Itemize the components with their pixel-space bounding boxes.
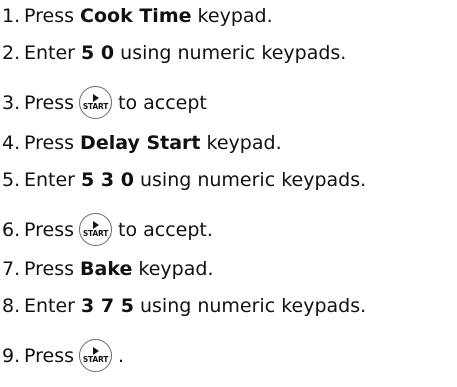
step-text: Enter (24, 169, 82, 191)
step-number: 8. (2, 295, 21, 317)
keypad-name: Delay Start (80, 132, 201, 154)
step-number: 4. (2, 132, 21, 154)
step-number: 3. (2, 91, 21, 114)
step-3: 3. Press START to accept (2, 86, 207, 119)
step-text: to accept (118, 91, 207, 114)
step-7: 7. Press Bake keypad. (2, 257, 213, 281)
step-number: 2. (2, 42, 21, 64)
play-icon (92, 221, 99, 229)
step-text: Press (24, 132, 81, 154)
step-text: Press (24, 258, 81, 280)
step-5: 5. Enter 5 3 0 using numeric keypads. (2, 168, 366, 192)
step-number: 9. (2, 344, 21, 367)
keypad-name: Bake (80, 258, 133, 280)
step-text: Press (24, 218, 75, 241)
step-text: using numeric keypads. (114, 42, 347, 64)
step-number: 5. (2, 169, 21, 191)
start-button-label: START (82, 102, 109, 111)
step-text: Press (24, 344, 75, 367)
keypad-digits: 5 3 0 (81, 169, 134, 191)
start-button-label: START (82, 229, 109, 238)
step-9: 9. Press START . (2, 339, 124, 372)
step-8: 8. Enter 3 7 5 using numeric keypads. (2, 294, 366, 318)
step-number: 7. (2, 258, 21, 280)
instruction-list: 1. Press Cook Time keypad. 2. Enter 5 0 … (0, 0, 457, 387)
keypad-name: Cook Time (80, 5, 192, 27)
step-text: using numeric keypads. (133, 169, 367, 191)
step-text: Press (24, 91, 75, 114)
start-button-icon: START (79, 86, 113, 119)
step-text: Press (24, 5, 81, 27)
start-button-label: START (82, 355, 109, 364)
play-icon (92, 347, 99, 355)
step-text: Enter (24, 295, 82, 317)
step-text: Enter (24, 42, 82, 64)
step-2: 2. Enter 5 0 using numeric keypads. (2, 41, 346, 65)
step-1: 1. Press Cook Time keypad. (2, 4, 273, 28)
step-text: to accept. (118, 218, 213, 241)
step-4: 4. Press Delay Start keypad. (2, 131, 282, 155)
keypad-digits: 5 0 (81, 42, 115, 64)
step-text: keypad. (200, 132, 282, 154)
start-button-icon: START (79, 339, 113, 372)
step-text: keypad. (191, 5, 273, 27)
step-text: keypad. (132, 258, 214, 280)
start-button-icon: START (79, 213, 113, 246)
step-number: 6. (2, 218, 21, 241)
keypad-digits: 3 7 5 (81, 295, 134, 317)
step-6: 6. Press START to accept. (2, 213, 213, 246)
play-icon (92, 94, 99, 102)
step-number: 1. (2, 5, 21, 27)
step-text: using numeric keypads. (133, 295, 367, 317)
step-text: . (118, 344, 125, 367)
